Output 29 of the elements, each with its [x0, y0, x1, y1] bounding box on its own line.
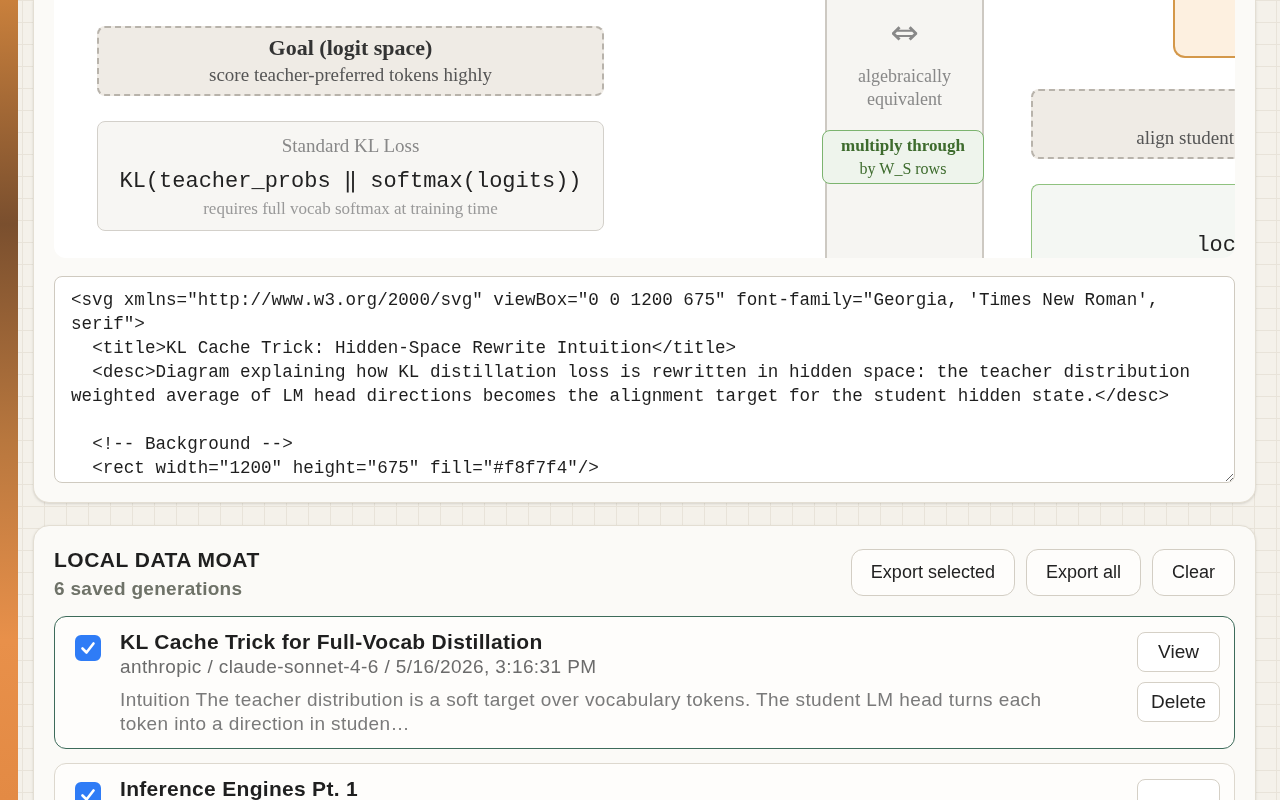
action-button[interactable]: Export all — [1025, 549, 1141, 596]
item-action-button[interactable]: View — [1137, 632, 1220, 672]
item-meta: anthropic / claude-sonnet-4-6 / 5/16/2026, 3:16:31 PM — [120, 655, 598, 679]
node-note: requires full vocab softmax at training time — [203, 199, 498, 219]
node-text: score teacher-preferred tokens highly — [209, 62, 492, 87]
node-text: align student — [1136, 126, 1234, 150]
item-action-button[interactable]: Delete — [1137, 682, 1220, 722]
checkbox[interactable] — [75, 635, 101, 661]
item-snippet: Intuition The teacher distribution is a soft target over vocabulary tokens. The student LM head turns each token into a direction in studen… — [120, 688, 1043, 736]
item-title: Inference Engines Pt. 1 — [120, 779, 359, 799]
generation-item[interactable]: Inference Engines Pt. 1 — [54, 763, 1235, 800]
action-button[interactable]: Export selected — [850, 549, 1015, 596]
item-title: KL Cache Trick for Full-Vocab Distillation — [120, 632, 544, 652]
diagram-node — [1173, 0, 1235, 58]
equivalence-symbol: ⇔ — [890, 13, 919, 51]
action-button[interactable]: Clear — [1152, 549, 1235, 596]
checkmark-icon — [80, 640, 96, 656]
node-title: Standard KL Loss — [281, 134, 420, 158]
formula-text: loc — [1196, 234, 1235, 258]
node-text: algebraically equivalent — [857, 65, 952, 111]
checkmark-icon — [80, 787, 96, 800]
generation-item[interactable] — [54, 616, 1235, 749]
formula-text: KL(teacher_probs ‖ softmax(logits)) — [119, 168, 582, 196]
badge-text: by W_S rows — [859, 158, 947, 179]
section-subtitle: 6 saved generations — [54, 577, 244, 601]
code-editor-field[interactable]: <svg xmlns="http://www.w3.org/2000/svg" viewBox="0 0 1200 675" font-family="Georgia, 'Times New Roman', serif"> <title>KL Cache Trick: Hidden-Space Rewrite Intuition</title> <desc>Diagram explaining how KL distillation loss is rewritten in hidden space: the teacher distribution weighted average of LM head directions becomes the alignment target for the student hidden state.</desc> <!-- Background --> <rect width="1200" height="675" fill="#f8f7f4"/> — [54, 276, 1235, 483]
node-title: Goal (logit space) — [268, 35, 433, 60]
section-title: LOCAL DATA MOAT — [54, 548, 260, 572]
badge-title: multiply through — [841, 135, 965, 156]
